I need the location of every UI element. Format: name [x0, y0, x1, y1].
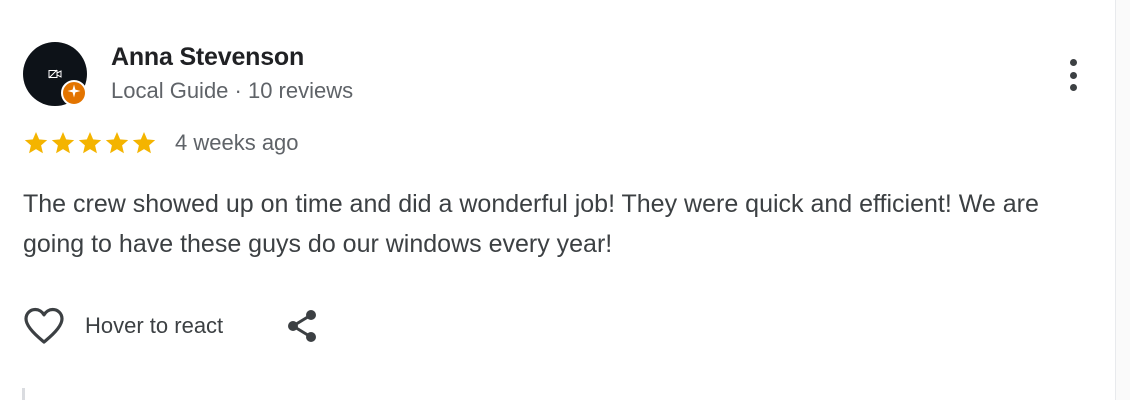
reviewer-name[interactable]: Anna Stevenson	[111, 43, 304, 72]
avatar[interactable]	[23, 42, 87, 106]
more-options-button[interactable]	[1058, 55, 1088, 95]
like-button[interactable]: Hover to react	[23, 307, 223, 345]
review-card: Anna Stevenson Local Guide · 10 reviews …	[0, 0, 1130, 400]
more-vertical-icon	[1069, 59, 1077, 66]
scroll-edge	[1115, 0, 1130, 400]
rating-row: 4 weeks ago	[23, 128, 299, 158]
local-guide-badge	[61, 80, 87, 106]
share-icon	[285, 308, 319, 344]
share-button[interactable]	[285, 308, 319, 344]
star-rating	[23, 130, 158, 156]
star-icon	[105, 131, 129, 154]
react-label: Hover to react	[85, 313, 224, 338]
local-guide-star-icon	[67, 84, 81, 103]
video-off-icon	[48, 69, 62, 79]
star-icon	[132, 131, 156, 154]
star-icon	[24, 131, 48, 154]
star-icon	[51, 131, 75, 154]
next-review-divider	[22, 388, 25, 400]
more-vertical-icon-dot	[1069, 71, 1077, 79]
reviewer-meta[interactable]: Local Guide · 10 reviews	[111, 78, 353, 104]
review-text: The crew showed up on time and did a won…	[23, 190, 1039, 258]
star-icon	[78, 131, 102, 154]
review-date: 4 weeks ago	[175, 130, 299, 155]
heart-outline-icon	[23, 307, 65, 345]
more-vertical-icon-dot	[1069, 84, 1077, 91]
review-actions: Hover to react	[23, 305, 319, 347]
